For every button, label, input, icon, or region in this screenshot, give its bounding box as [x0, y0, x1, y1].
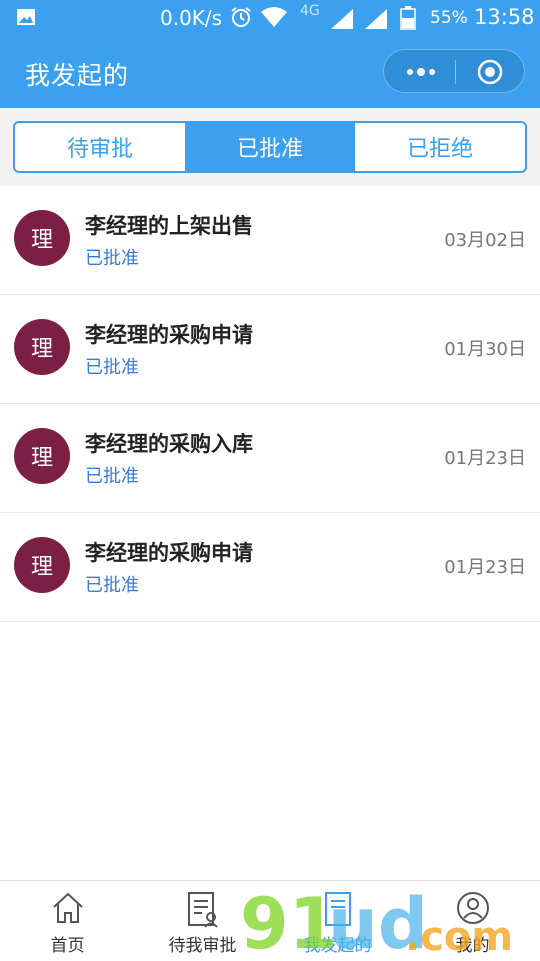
item-title: 李经理的上架出售	[85, 214, 253, 238]
avatar: 理	[14, 428, 70, 484]
list-item[interactable]: 理 李经理的采购申请 已批准 01月30日	[0, 295, 540, 404]
more-dots-icon[interactable]	[404, 58, 438, 86]
avatar: 理	[14, 210, 70, 266]
item-date: 01月23日	[444, 448, 526, 469]
item-date: 01月23日	[444, 557, 526, 578]
tab-pending[interactable]: 待审批	[15, 123, 185, 171]
user-icon	[456, 892, 489, 924]
tabbar-label: 待我审批	[168, 936, 237, 956]
tab-approved[interactable]: 已批准	[185, 123, 355, 171]
status-bar: 0.0K/s 4G 55% 13:58	[0, 0, 540, 36]
tabbar-item-me[interactable]: 我的	[405, 881, 540, 961]
item-date: 03月02日	[444, 230, 526, 251]
target-icon[interactable]	[476, 58, 504, 86]
list-item[interactable]: 理 李经理的上架出售 已批准 03月02日	[0, 186, 540, 295]
tabbar-item-approval[interactable]: 待我审批	[135, 881, 270, 961]
avatar: 理	[14, 537, 70, 593]
item-title: 李经理的采购申请	[85, 541, 253, 565]
mini-program-capsule	[383, 49, 525, 93]
wifi-icon	[261, 7, 287, 27]
avatar: 理	[14, 319, 70, 375]
item-status: 已批准	[85, 575, 139, 596]
battery-percent: 55%	[430, 8, 468, 28]
image-icon	[17, 9, 35, 25]
item-status: 已批准	[85, 466, 139, 487]
item-title: 李经理的采购申请	[85, 323, 253, 347]
tabbar-label: 我的	[455, 936, 490, 956]
item-status: 已批准	[85, 357, 139, 378]
tabbar-item-home[interactable]: 首页	[0, 881, 135, 961]
tab-rejected[interactable]: 已拒绝	[355, 123, 525, 171]
network-type: 4G	[300, 3, 320, 19]
item-status: 已批准	[85, 248, 139, 269]
battery-icon	[400, 6, 416, 30]
page-title: 我发起的	[25, 61, 130, 90]
tabbar-label: 我发起的	[303, 936, 372, 956]
item-date: 01月30日	[444, 339, 526, 360]
nav-bar: 我发起的	[0, 36, 540, 108]
request-list: 理 李经理的上架出售 已批准 03月02日 理 李经理的采购申请 已批准 01月…	[0, 186, 540, 622]
tabbar-label: 首页	[50, 936, 85, 956]
alarm-icon	[231, 7, 251, 27]
segmented-tabs: 待审批 已批准 已拒绝	[13, 121, 527, 173]
tabbar-item-initiated[interactable]: 我发起的	[270, 881, 405, 961]
network-speed: 0.0K/s	[160, 6, 223, 30]
list-item[interactable]: 理 李经理的采购申请 已批准 01月23日	[0, 513, 540, 622]
signal-icon	[365, 9, 387, 29]
approval-icon	[187, 892, 218, 928]
document-icon	[324, 892, 351, 926]
tabs-bar: 待审批 已批准 已拒绝	[0, 108, 540, 186]
home-icon	[52, 892, 83, 923]
signal-icon	[331, 9, 353, 29]
clock: 13:58	[474, 5, 535, 29]
capsule-divider	[455, 60, 456, 84]
list-item[interactable]: 理 李经理的采购入库 已批准 01月23日	[0, 404, 540, 513]
item-title: 李经理的采购入库	[85, 432, 253, 456]
bottom-tab-bar: 首页 待我审批 我发起的 我的	[0, 880, 540, 961]
